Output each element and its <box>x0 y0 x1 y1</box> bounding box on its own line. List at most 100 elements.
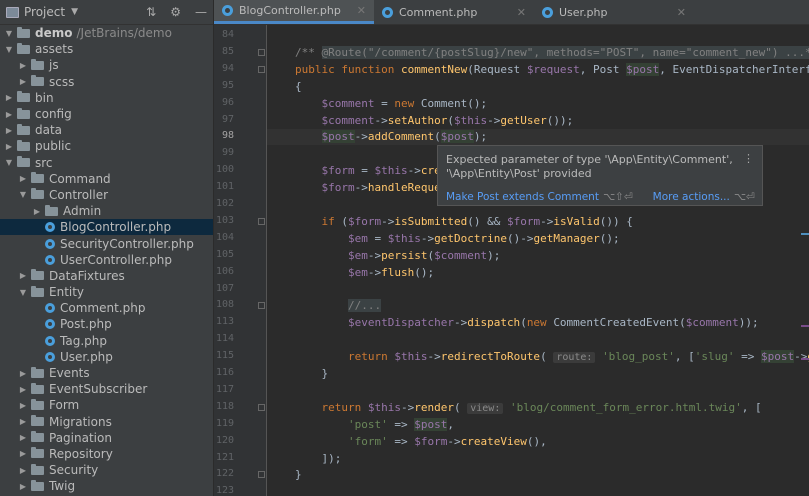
chevron-right-icon[interactable]: ▶ <box>18 271 28 280</box>
code-line[interactable]: $form->handleReque <box>295 181 441 194</box>
code-line[interactable]: 'post' => $post, <box>295 417 454 431</box>
tree-folder-item[interactable]: ▼ Controller <box>0 187 213 203</box>
chevron-right-icon[interactable]: ▶ <box>4 93 14 102</box>
tree-folder-item[interactable]: ▼ Entity <box>0 284 213 300</box>
tree-file-item[interactable]: SecurityController.php <box>0 235 213 251</box>
fold-marker-icon[interactable] <box>258 471 265 479</box>
tree-folder-item[interactable]: ▶ public <box>0 138 213 154</box>
tree-folder-item[interactable]: ▶ Repository <box>0 446 213 462</box>
chevron-right-icon[interactable]: ▶ <box>18 385 28 394</box>
chevron-down-icon[interactable]: ▼ <box>4 158 14 167</box>
chevron-right-icon[interactable]: ▶ <box>4 142 14 151</box>
tree-folder-item[interactable]: ▶ Admin <box>0 203 213 219</box>
tree-folder-item[interactable]: ▶ Command <box>0 171 213 187</box>
fold-marker-icon[interactable] <box>258 217 265 225</box>
chevron-right-icon[interactable]: ▶ <box>18 77 28 86</box>
code-line[interactable]: } <box>295 468 302 481</box>
code-line[interactable]: ]); <box>295 452 341 465</box>
chevron-down-icon[interactable]: ▼ <box>71 7 78 17</box>
tree-folder-item[interactable]: ▶ Events <box>0 365 213 381</box>
code-line[interactable]: //... <box>295 299 382 313</box>
collapse-all-icon[interactable]: ⇅ <box>146 5 156 19</box>
tree-folder-item[interactable]: ▼ demo/JetBrains/demo <box>0 25 213 41</box>
quick-fix-action[interactable]: Make Post extends Comment ⌥⇧⏎ <box>446 191 633 203</box>
chevron-right-icon[interactable]: ▶ <box>18 466 28 475</box>
gear-icon[interactable]: ⚙ <box>170 5 181 19</box>
fold-marker-icon[interactable] <box>258 48 265 56</box>
code-line[interactable]: $em->persist($comment); <box>295 249 500 262</box>
tree-folder-item[interactable]: ▶ Form <box>0 397 213 413</box>
folder-icon <box>31 463 44 475</box>
tree-folder-item[interactable]: ▶ scss <box>0 74 213 90</box>
tree-folder-item[interactable]: ▶ Security <box>0 462 213 478</box>
chevron-right-icon[interactable]: ▶ <box>32 207 42 216</box>
tree-folder-item[interactable]: ▶ Migrations <box>0 414 213 430</box>
tree-file-item[interactable]: BlogController.php <box>0 219 213 236</box>
code-line[interactable]: { <box>295 80 302 93</box>
fold-marker-icon[interactable] <box>258 65 265 73</box>
chevron-right-icon[interactable]: ▶ <box>18 449 28 458</box>
code-line[interactable]: 'form' => $form->createView(), <box>295 435 547 448</box>
code-line[interactable]: $comment = new Comment(); <box>295 97 488 110</box>
editor-tab[interactable]: BlogController.php ✕ <box>214 0 374 24</box>
code-line[interactable]: } <box>295 367 328 380</box>
code-line[interactable]: $em = $this->getDoctrine()->getManager()… <box>295 232 620 245</box>
project-panel-title[interactable]: Project <box>24 5 65 19</box>
tree-folder-item[interactable]: ▶ bin <box>0 90 213 106</box>
tree-file-item[interactable]: Tag.php <box>0 333 213 349</box>
code-line[interactable]: $eventDispatcher->dispatch(new CommentCr… <box>295 316 759 329</box>
chevron-right-icon[interactable]: ▶ <box>18 174 28 183</box>
code-line[interactable]: public function commentNew(Request $requ… <box>295 62 809 76</box>
code-line[interactable]: $em->flush(); <box>295 266 434 279</box>
chevron-right-icon[interactable]: ▶ <box>18 417 28 426</box>
chevron-right-icon[interactable]: ▶ <box>18 61 28 70</box>
tree-file-item[interactable]: Comment.php <box>0 300 213 316</box>
tree-folder-item[interactable]: ▶ Twig <box>0 478 213 494</box>
close-icon[interactable]: ✕ <box>357 4 366 17</box>
close-icon[interactable]: ✕ <box>517 6 526 19</box>
code-line[interactable]: $post->addComment($post); <box>295 130 487 144</box>
chevron-right-icon[interactable]: ▶ <box>18 369 28 378</box>
tree-file-item[interactable]: UserController.php <box>0 252 213 268</box>
quick-fix-label[interactable]: Make Post extends Comment <box>446 191 599 203</box>
more-actions[interactable]: More actions... ⌥⏎ <box>653 191 755 203</box>
tree-file-item[interactable]: User.php <box>0 349 213 365</box>
code-line[interactable]: $comment->setAuthor($this->getUser()); <box>295 114 574 127</box>
line-number: 99 <box>221 147 234 159</box>
folder-icon <box>31 415 44 427</box>
tree-folder-item[interactable]: ▶ Pagination <box>0 430 213 446</box>
php-file-icon <box>45 319 55 330</box>
tree-folder-item[interactable]: ▶ DataFixtures <box>0 268 213 284</box>
editor-tab[interactable]: Comment.php ✕ <box>374 0 534 24</box>
chevron-down-icon[interactable]: ▼ <box>4 29 14 38</box>
tree-folder-item[interactable]: ▶ EventSubscriber <box>0 381 213 397</box>
tree-folder-item[interactable]: ▼ assets <box>0 41 213 57</box>
code-line[interactable]: /** @Route("/comment/{postSlug}/new", me… <box>295 45 809 59</box>
code-line[interactable]: return $this->render( view: 'blog/commen… <box>295 401 762 414</box>
chevron-right-icon[interactable]: ▶ <box>18 482 28 491</box>
tree-folder-item[interactable]: ▼ src <box>0 155 213 171</box>
tree-folder-item[interactable]: ▶ data <box>0 122 213 138</box>
chevron-right-icon[interactable]: ▶ <box>18 401 28 410</box>
chevron-right-icon[interactable]: ▶ <box>4 126 14 135</box>
editor-tab[interactable]: User.php ✕ <box>534 0 694 24</box>
chevron-right-icon[interactable]: ▶ <box>4 110 14 119</box>
close-icon[interactable]: ✕ <box>677 6 686 19</box>
scroll-marker <box>801 358 809 360</box>
tree-folder-item[interactable]: ▶ config <box>0 106 213 122</box>
more-options-icon[interactable]: ⋮ <box>743 152 754 165</box>
tree-folder-item[interactable]: ▶ js <box>0 57 213 73</box>
chevron-down-icon[interactable]: ▼ <box>18 190 28 199</box>
chevron-down-icon[interactable]: ▼ <box>4 45 14 54</box>
more-actions-label[interactable]: More actions... <box>653 191 730 203</box>
code-line[interactable]: $form = $this->cre <box>295 164 441 177</box>
tree-file-item[interactable]: Post.php <box>0 316 213 332</box>
hide-panel-icon[interactable]: — <box>195 5 207 19</box>
fold-marker-icon[interactable] <box>258 403 265 411</box>
fold-marker-icon[interactable] <box>258 302 265 310</box>
code-line[interactable]: if ($form->isSubmitted() && $form->isVal… <box>295 215 633 228</box>
code-line[interactable]: return $this->redirectToRoute( route: 'b… <box>295 350 809 364</box>
chevron-right-icon[interactable]: ▶ <box>18 433 28 442</box>
chevron-down-icon[interactable]: ▼ <box>18 288 28 297</box>
code-editor[interactable]: /** @Route("/comment/{postSlug}/new", me… <box>267 25 809 496</box>
